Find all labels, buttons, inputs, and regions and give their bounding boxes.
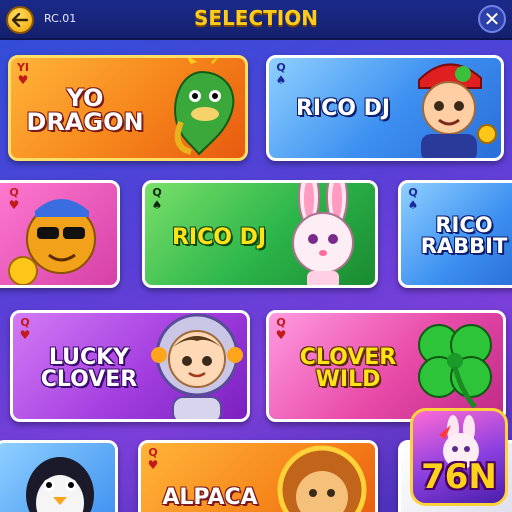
logo-text: 76N: [421, 457, 497, 497]
card-corner: Q ♠: [151, 186, 163, 212]
card-corner: Q ♥: [19, 316, 31, 342]
game-card-penguin[interactable]: [0, 440, 118, 512]
boy-character-icon: [418, 63, 497, 158]
game-card-alpaca[interactable]: Q ♥ ALPACA: [138, 440, 378, 512]
game-card-yo-dragon[interactable]: YI ♥ YO DRAGON: [8, 55, 248, 161]
game-card-rico-dj-green[interactable]: Q ♠ RICO DJ: [142, 180, 378, 288]
penguin-character-icon: [26, 457, 94, 512]
dragon-icon: [174, 58, 235, 156]
card-corner: Q ♥: [275, 316, 287, 342]
card-title: RICO RABBIT: [420, 213, 508, 258]
page-title: SELECTION: [194, 6, 318, 30]
card-title: LUCKY CLOVER: [40, 345, 138, 392]
card-title: CLOVER WILD: [299, 345, 397, 392]
card-title: RICO DJ: [171, 225, 267, 250]
close-icon: ✕: [483, 7, 501, 31]
monkey-character-icon: [8, 199, 96, 285]
card-title: ALPACA: [162, 485, 258, 510]
astronaut-character-icon: [151, 313, 243, 419]
four-leaf-clover-icon: [418, 324, 492, 409]
game-card-lucky-clover[interactable]: Q ♥ LUCKY CLOVER: [10, 310, 250, 422]
brand-logo: 76N: [410, 408, 508, 506]
game-card-clover-wild[interactable]: Q ♥ CLOVER WILD: [266, 310, 506, 422]
card-corner: YI ♥: [16, 61, 30, 87]
game-card-rico-rabbit[interactable]: Q ♠ RICO RABBIT: [398, 180, 512, 288]
card-corner: Q ♠: [407, 186, 419, 212]
card-title: RICO DJ: [295, 96, 391, 121]
card-corner: Q ♥: [147, 446, 159, 472]
card-corner: Q ♠: [275, 61, 287, 87]
top-bar: RC.01 SELECTION ✕: [0, 0, 512, 40]
game-card-rico-dj[interactable]: Q ♠ RICO DJ: [266, 55, 504, 161]
game-card-monkey[interactable]: Q ♥: [0, 180, 120, 288]
close-button[interactable]: ✕: [478, 5, 506, 33]
alpaca-character-icon: [277, 445, 367, 512]
rabbit-character-icon: [292, 183, 354, 285]
card-title: YO DRAGON: [26, 84, 144, 136]
